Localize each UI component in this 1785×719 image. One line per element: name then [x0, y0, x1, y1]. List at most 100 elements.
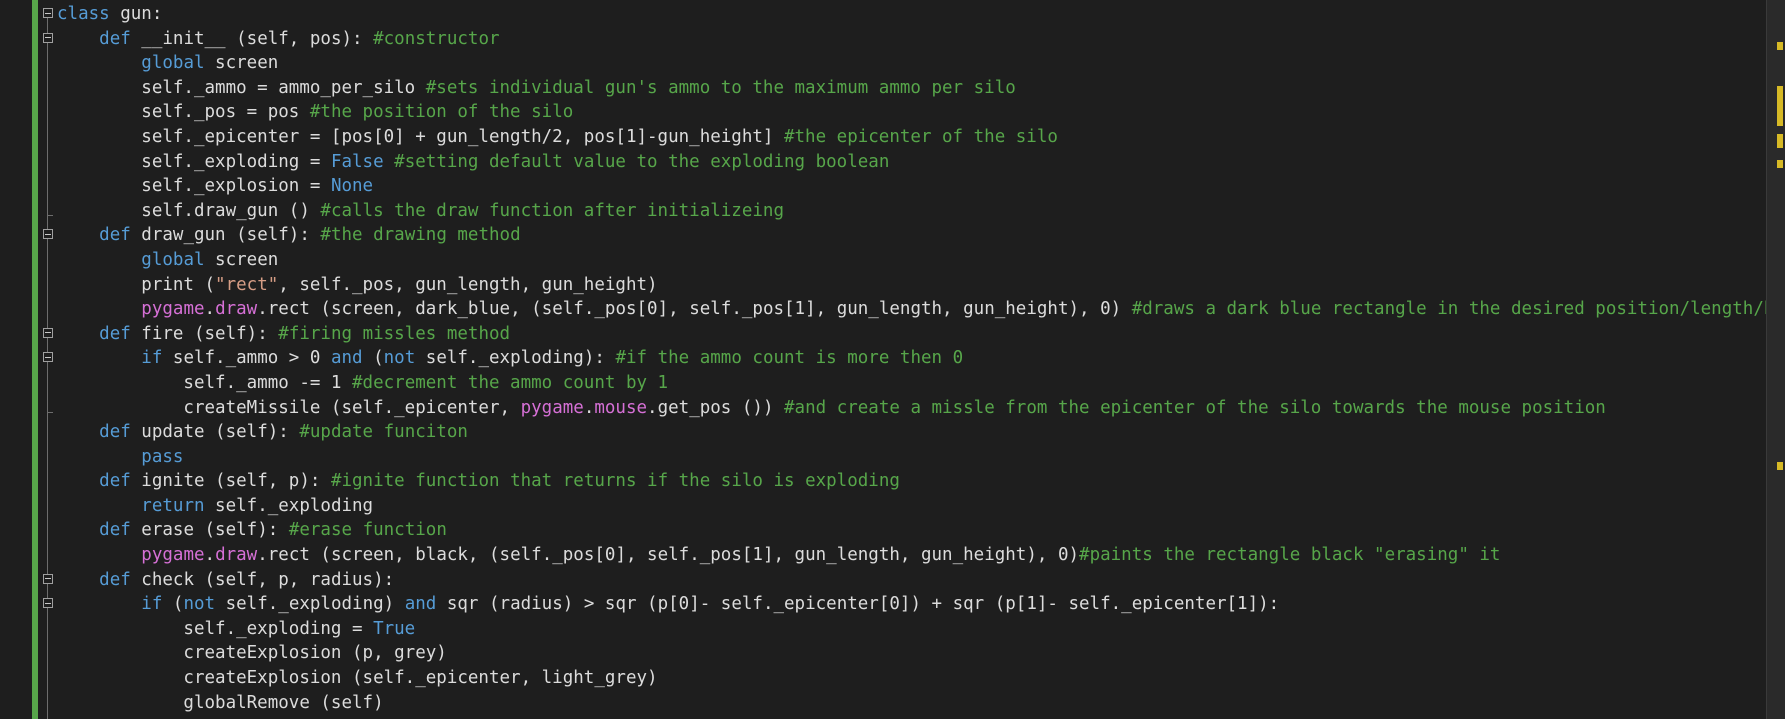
code-token: self.draw_gun ()	[57, 200, 321, 221]
code-token: draw	[215, 299, 258, 320]
code-line[interactable]: globalRemove (self)	[42, 691, 1763, 716]
code-text: def fire (self): #firing missles method	[57, 322, 510, 347]
code-token: #decrement the ammo count by 1	[352, 372, 669, 393]
code-token: class	[57, 4, 110, 24]
code-token: check (self, p, radius):	[130, 569, 395, 590]
code-token: global	[141, 53, 205, 74]
code-token: globalRemove (self)	[57, 692, 384, 713]
code-token: pygame	[141, 545, 205, 566]
collapse-icon[interactable]	[43, 229, 53, 240]
code-token: screen	[204, 53, 279, 74]
collapse-icon[interactable]	[43, 32, 53, 43]
code-token: .	[583, 397, 595, 418]
code-line[interactable]: self._epicenter = [pos[0] + gun_length/2…	[42, 125, 1763, 150]
collapse-icon[interactable]	[43, 352, 53, 363]
code-line[interactable]: pygame.draw.rect (screen, dark_blue, (se…	[42, 297, 1785, 322]
code-line[interactable]: def draw_gun (self): #the drawing method	[42, 223, 1763, 248]
code-token: "rect"	[215, 274, 279, 295]
code-token: ignite (self, p):	[130, 471, 331, 492]
code-line[interactable]: def erase (self): #erase function	[42, 518, 1763, 543]
code-line[interactable]: pass	[42, 445, 1763, 470]
code-line[interactable]: self._exploding = False #setting default…	[42, 150, 1763, 175]
code-line[interactable]: self._ammo -= 1 #decrement the ammo coun…	[42, 371, 1763, 396]
code-line[interactable]: return self._exploding	[42, 494, 1763, 519]
code-line[interactable]: global screen	[42, 51, 1763, 76]
code-token: update (self):	[130, 422, 300, 443]
code-token: .	[204, 545, 216, 566]
code-token: global	[141, 249, 205, 270]
code-token: #the drawing method	[320, 225, 521, 246]
code-token: return	[141, 495, 205, 516]
code-text: createExplosion (p, grey)	[57, 641, 446, 666]
code-text: self.draw_gun () #calls the draw functio…	[57, 199, 784, 224]
code-token: self._pos = pos	[57, 102, 310, 123]
code-token: def	[99, 569, 131, 590]
collapse-icon[interactable]	[43, 327, 53, 338]
code-editor[interactable]: class gun: def __init__ (self, pos): #co…	[0, 0, 1785, 719]
code-line[interactable]: def check (self, p, radius):	[42, 568, 1763, 593]
code-line[interactable]: self.draw_gun () #calls the draw functio…	[42, 199, 1763, 224]
collapse-icon[interactable]	[43, 598, 53, 609]
code-token: def	[99, 225, 131, 246]
code-text: def erase (self): #erase function	[57, 518, 447, 543]
code-token: and	[404, 594, 437, 615]
collapse-icon[interactable]	[43, 573, 53, 584]
code-text: if self._ammo > 0 and (not self._explodi…	[57, 346, 963, 371]
code-text: def update (self): #update funciton	[57, 420, 468, 445]
collapse-icon[interactable]	[43, 8, 53, 18]
code-line[interactable]: self._exploding = True	[42, 617, 1763, 642]
code-token: createMissile (self._epicenter,	[57, 397, 521, 418]
code-text: globalRemove (self)	[57, 691, 384, 716]
vertical-scrollbar[interactable]	[1766, 0, 1785, 719]
code-token: gun:	[109, 4, 163, 24]
code-text: pass	[57, 445, 183, 470]
code-line[interactable]: def update (self): #update funciton	[42, 420, 1763, 445]
code-line[interactable]: if self._ammo > 0 and (not self._explodi…	[42, 346, 1763, 371]
code-line[interactable]: def fire (self): #firing missles method	[42, 322, 1763, 347]
code-line[interactable]: createExplosion (p, grey)	[42, 641, 1763, 666]
code-token: .	[204, 299, 216, 320]
code-token: #setting default value to the exploding …	[394, 151, 890, 172]
code-token: (	[362, 348, 384, 369]
code-text: self._explosion = None	[57, 174, 373, 199]
code-area[interactable]: class gun: def __init__ (self, pos): #co…	[42, 2, 1785, 716]
code-line[interactable]: global screen	[42, 248, 1763, 273]
code-text: createMissile (self._epicenter, pygame.m…	[57, 396, 1605, 421]
code-line[interactable]: def __init__ (self, pos): #constructor	[42, 27, 1763, 52]
code-token: #constructor	[373, 28, 500, 49]
code-text: self._ammo -= 1 #decrement the ammo coun…	[57, 371, 668, 396]
code-line[interactable]: self._pos = pos #the position of the sil…	[42, 100, 1763, 125]
code-line[interactable]: class gun:	[42, 2, 1763, 27]
code-token: mouse	[594, 397, 648, 418]
code-line[interactable]: self._explosion = None	[42, 174, 1763, 199]
code-text: pygame.draw.rect (screen, black, (self._…	[57, 543, 1500, 568]
code-text: def check (self, p, radius):	[57, 568, 394, 593]
code-line[interactable]: if (not self._exploding) and sqr (radius…	[42, 592, 1763, 617]
scroll-marker	[1777, 42, 1783, 50]
code-token: .get_pos ())	[647, 397, 785, 418]
code-token: (	[162, 594, 184, 615]
code-token: print (	[57, 274, 216, 295]
code-text: self._exploding = True	[57, 617, 415, 642]
code-line[interactable]: def ignite (self, p): #ignite function t…	[42, 469, 1763, 494]
code-line[interactable]: print ("rect", self._pos, gun_length, gu…	[42, 273, 1763, 298]
code-token: .rect (screen, dark_blue, (self._pos[0],…	[257, 299, 1132, 320]
code-line[interactable]: createMissile (self._epicenter, pygame.m…	[42, 396, 1763, 421]
code-line[interactable]: self._ammo = ammo_per_silo #sets individ…	[42, 76, 1763, 101]
code-text: self._epicenter = [pos[0] + gun_length/2…	[57, 125, 1058, 150]
code-token: screen	[204, 249, 279, 270]
code-token: createExplosion (self._epicenter, light_…	[57, 668, 658, 689]
code-line[interactable]: pygame.draw.rect (screen, black, (self._…	[42, 543, 1763, 568]
code-line[interactable]: createExplosion (self._epicenter, light_…	[42, 666, 1763, 691]
code-token: self._exploding	[204, 495, 374, 516]
code-token: self._ammo > 0	[162, 348, 331, 369]
